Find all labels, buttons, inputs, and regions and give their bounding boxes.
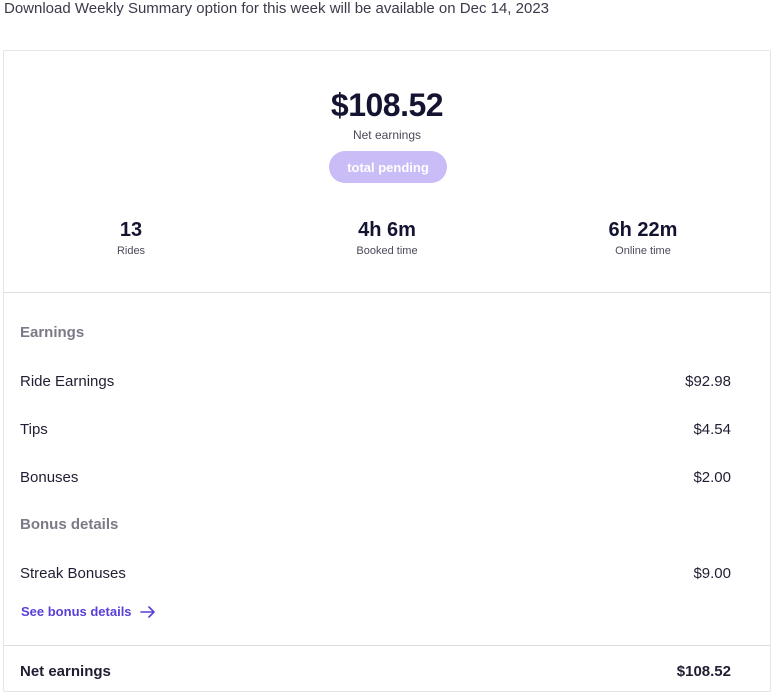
earnings-row-amount: $2.00 [693, 468, 731, 486]
stat-booked-time: 4h 6m Booked time [287, 218, 487, 257]
bonus-details-heading: Bonus details [20, 516, 119, 533]
bonus-row-amount: $9.00 [693, 564, 731, 582]
stat-rides-value: 13 [119, 219, 143, 241]
earnings-row-tips: Tips $4.54 [20, 419, 731, 439]
earnings-row-label: Tips [20, 420, 48, 438]
stat-online-time-label: Online time [615, 245, 671, 257]
net-earnings-label: Net earnings [352, 128, 422, 142]
bonus-row-label: Streak Bonuses [20, 564, 126, 582]
stat-rides-label: Rides [116, 245, 146, 257]
net-earnings-total-label: Net earnings [20, 662, 111, 680]
weekly-earnings-card: $108.52 Net earnings total pending 13 Ri… [3, 50, 771, 692]
see-bonus-details-label: See bonus details [21, 604, 132, 619]
earnings-row-label: Bonuses [20, 468, 79, 486]
see-bonus-details-link[interactable]: See bonus details [21, 604, 156, 619]
earnings-row-amount: $92.98 [685, 372, 731, 390]
earnings-row-label: Ride Earnings [20, 372, 115, 390]
stat-booked-time-value: 4h 6m [358, 219, 416, 241]
earnings-row-ride-earnings: Ride Earnings $92.98 [20, 371, 731, 391]
earnings-row-amount: $4.54 [693, 420, 731, 438]
total-pending-badge: total pending [329, 151, 447, 183]
stat-rides: 13 Rides [31, 218, 231, 257]
stat-online-time: 6h 22m Online time [543, 218, 743, 257]
net-earnings-footer: Net earnings $108.52 [4, 645, 770, 691]
bonus-row-streak-bonuses: Streak Bonuses $9.00 [20, 563, 731, 583]
net-earnings-total-amount: $108.52 [676, 662, 731, 680]
download-summary-notice: Download Weekly Summary option for this … [4, 0, 550, 17]
earnings-summary: $108.52 Net earnings total pending 13 Ri… [4, 51, 770, 293]
net-earnings-total-row: Net earnings $108.52 [20, 661, 731, 681]
net-earnings-amount: $108.52 [330, 87, 444, 123]
arrow-right-icon [139, 605, 155, 618]
stat-online-time-value: 6h 22m [608, 219, 678, 241]
earnings-row-bonuses: Bonuses $2.00 [20, 467, 731, 487]
stat-booked-time-label: Booked time [356, 245, 418, 257]
earnings-heading: Earnings [20, 324, 85, 341]
